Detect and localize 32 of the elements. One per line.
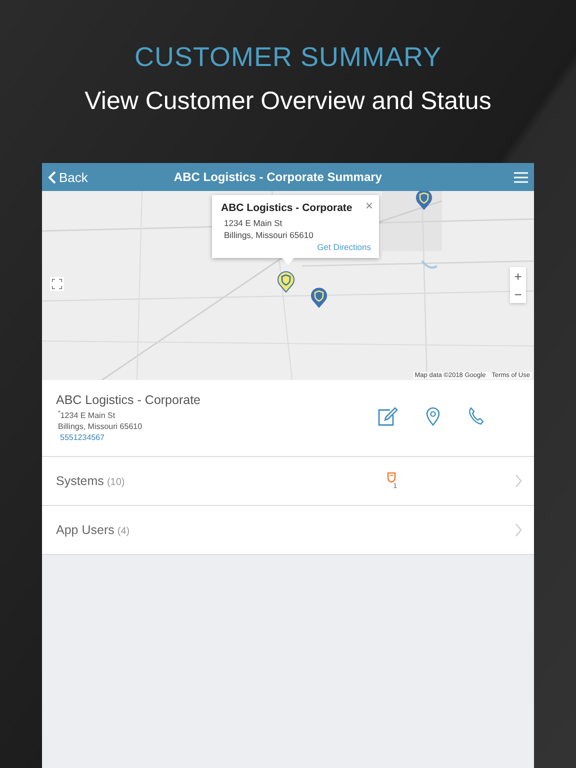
location-pin-icon[interactable] bbox=[426, 407, 440, 426]
row-count: (10) bbox=[106, 477, 125, 488]
chevron-right-icon bbox=[515, 523, 522, 537]
nav-title: ABC Logistics - Corporate Summary bbox=[172, 170, 383, 184]
customer-address: Billings, Missouri 65610 bbox=[58, 422, 144, 431]
chevron-right-icon bbox=[515, 474, 522, 488]
map-pin-icon[interactable] bbox=[310, 287, 328, 309]
row-label: Systems bbox=[56, 474, 104, 488]
map-pin-icon[interactable] bbox=[415, 191, 433, 211]
zoom-out-button[interactable]: − bbox=[510, 285, 526, 303]
close-button[interactable]: × bbox=[365, 199, 373, 212]
popup-address: 1234 E Main St bbox=[224, 218, 284, 228]
zoom-in-button[interactable]: + bbox=[510, 267, 526, 285]
row-count: (4) bbox=[117, 526, 130, 537]
popup-title: ABC Logistics - Corporate bbox=[221, 202, 352, 214]
map-pin-icon[interactable] bbox=[277, 271, 295, 293]
phone-icon[interactable] bbox=[468, 407, 484, 426]
page-title: CUSTOMER SUMMARY bbox=[134, 42, 442, 73]
list-row[interactable]: App Users (4) bbox=[42, 506, 534, 555]
customer-name: ABC Logistics - Corporate bbox=[56, 393, 202, 407]
phone-link[interactable]: 5551234567 bbox=[60, 432, 378, 442]
shield-icon bbox=[386, 472, 396, 483]
customer-address: $^{*}$1234 E Main St bbox=[58, 410, 116, 420]
menu-icon[interactable] bbox=[514, 172, 528, 182]
chevron-left-icon bbox=[48, 170, 56, 184]
page-subtitle: View Customer Overview and Status bbox=[84, 87, 492, 116]
directions-link[interactable]: Get Directions bbox=[221, 242, 371, 252]
back-button[interactable]: Back bbox=[48, 170, 88, 184]
fullscreen-icon[interactable] bbox=[50, 277, 64, 291]
popup-address: Billings, Missouri 65610 bbox=[224, 230, 314, 240]
row-label: App Users bbox=[56, 523, 114, 537]
edit-icon[interactable] bbox=[378, 407, 398, 426]
